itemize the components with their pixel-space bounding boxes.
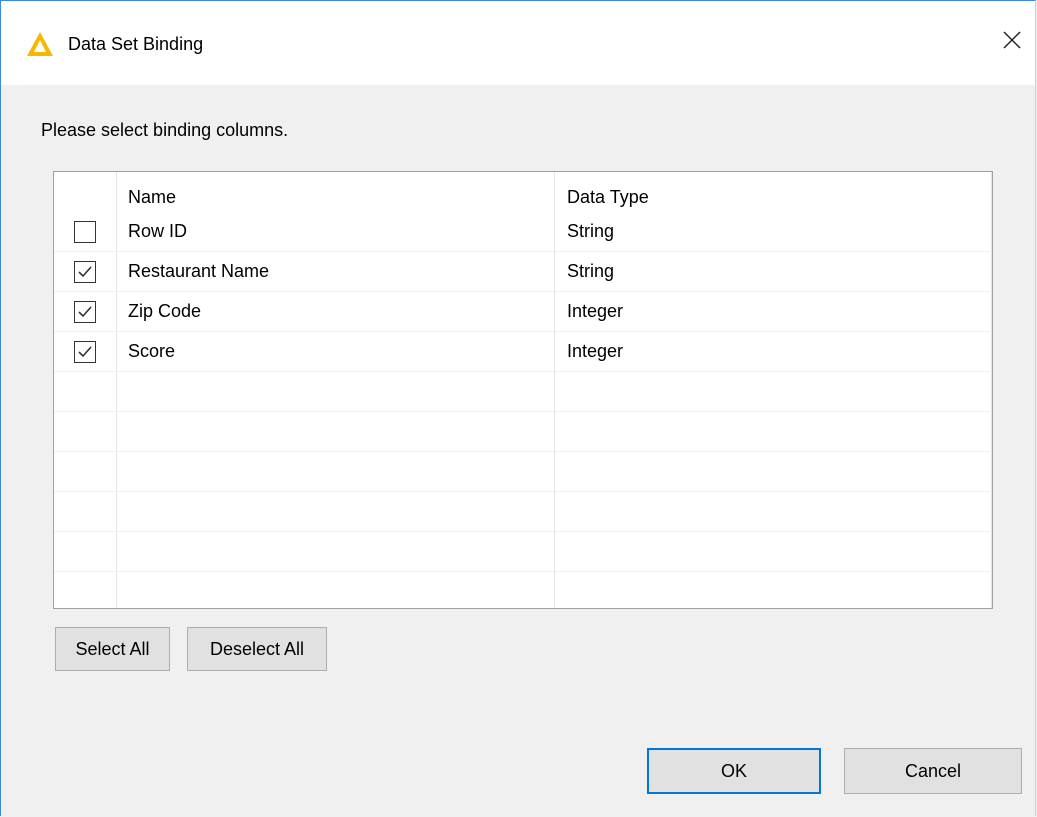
- row-name: Row ID: [128, 221, 188, 241]
- empty-table-row: [54, 372, 992, 412]
- row-data-type: Integer: [567, 301, 624, 321]
- row-data-type: String: [567, 261, 615, 281]
- window-title: Data Set Binding: [68, 34, 204, 54]
- checkmark-icon: [78, 305, 92, 317]
- row-checkbox-cell: [54, 252, 116, 291]
- empty-table-row: [54, 452, 992, 492]
- row-checkbox-cell: [54, 212, 116, 251]
- table-row[interactable]: Restaurant Name String: [54, 252, 992, 292]
- row-data-type: String: [567, 221, 615, 241]
- row-name: Score: [128, 341, 176, 361]
- empty-table-row: [54, 412, 992, 452]
- select-all-button[interactable]: Select All: [55, 627, 170, 671]
- deselect-all-button[interactable]: Deselect All: [187, 627, 327, 671]
- row-checkbox[interactable]: [74, 260, 96, 283]
- empty-table-row: [54, 572, 992, 608]
- close-icon: [1003, 30, 1021, 54]
- checkmark-icon: [78, 265, 92, 277]
- row-checkbox[interactable]: [74, 300, 96, 323]
- ok-button[interactable]: OK: [647, 748, 821, 794]
- instruction-text: Please select binding columns.: [41, 120, 289, 140]
- row-name: Restaurant Name: [128, 261, 270, 281]
- row-data-type: Integer: [567, 341, 624, 361]
- row-checkbox-cell: [54, 332, 116, 371]
- table-row[interactable]: Score Integer: [54, 332, 992, 372]
- warning-triangle-icon: [26, 31, 54, 57]
- row-checkbox[interactable]: [74, 220, 96, 243]
- binding-columns-table[interactable]: Name Data Type Row ID String Restaurant Na…: [53, 171, 993, 609]
- title-bar[interactable]: Data Set Binding: [1, 1, 1035, 85]
- empty-table-row: [54, 492, 992, 532]
- row-name: Zip Code: [128, 301, 202, 321]
- row-checkbox-cell: [54, 292, 116, 331]
- cancel-button[interactable]: Cancel: [844, 748, 1022, 794]
- dialog-window: Data Set Binding Please select binding c…: [0, 0, 1036, 816]
- checkmark-icon: [78, 345, 92, 357]
- empty-table-row: [54, 532, 992, 572]
- table-row[interactable]: Row ID String: [54, 212, 992, 252]
- row-checkbox[interactable]: [74, 340, 96, 363]
- table-row[interactable]: Zip Code Integer: [54, 292, 992, 332]
- close-button[interactable]: [989, 19, 1035, 65]
